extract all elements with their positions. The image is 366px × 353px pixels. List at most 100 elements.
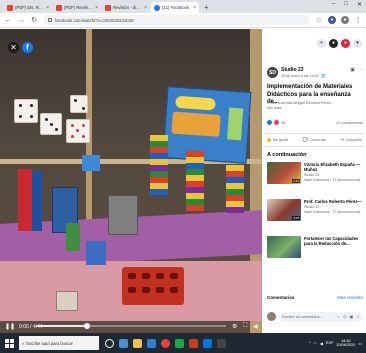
tab-label: (21) Facebook xyxy=(162,5,189,10)
list-item[interactable]: Fortalecer las Capacidades para la Reduc… xyxy=(267,236,363,273)
browser-tab-1[interactable]: (PDF) Dis. Revisión - estrategias... × xyxy=(4,2,52,13)
address-bar: ← → ↻ facebook.com/watch/?v=340202024102… xyxy=(0,13,366,28)
pause-icon[interactable]: ❚❚ xyxy=(5,323,15,330)
messenger-icon[interactable]: ● xyxy=(329,38,338,48)
like-label: Me gusta xyxy=(272,138,289,142)
url-field[interactable]: facebook.com/watch/?v=3402020241029 xyxy=(43,15,310,25)
gray-box xyxy=(108,195,138,235)
system-tray: ^ ◠ ◀ ESP 18:30 20/06/2020 ▭ xyxy=(309,339,366,348)
tab-close-icon[interactable]: × xyxy=(193,5,196,11)
close-video-button[interactable]: ✕ xyxy=(8,42,19,53)
video-title[interactable]: Victoria Elizabeth España — Muñoz xyxy=(304,162,363,172)
author-name[interactable]: Studio 23 xyxy=(281,67,347,73)
dice-toy xyxy=(14,99,38,123)
video-thumbnail[interactable] xyxy=(267,236,301,258)
file-explorer-icon[interactable] xyxy=(133,338,142,348)
powerpoint-icon[interactable] xyxy=(189,338,198,348)
facebook-logo-icon[interactable]: f xyxy=(22,42,33,53)
tray-chevron-icon[interactable]: ^ xyxy=(309,341,311,345)
reload-icon[interactable]: ↻ xyxy=(30,16,38,24)
emoji-icons[interactable]: ☺ ◎ ▣ ☺ xyxy=(336,314,363,319)
reaction-summary[interactable]: 38 11 comentarios xyxy=(267,120,363,125)
video-title[interactable]: Fortalecer las Capacidades para la Reduc… xyxy=(304,236,363,246)
blue-book xyxy=(32,171,42,231)
reaction-count: 38 xyxy=(281,120,286,125)
list-item[interactable]: 3:05 Prof. Carlos Roberto Pérez— Studio … xyxy=(267,199,363,236)
windows-start-icon[interactable] xyxy=(3,337,16,350)
profile-avatar-icon[interactable]: ● xyxy=(341,16,349,24)
task-view-icon[interactable] xyxy=(119,338,128,348)
cortana-icon[interactable] xyxy=(105,338,114,348)
taskbar-search[interactable]: ⌕ Escribe aquí para buscar xyxy=(19,336,99,350)
browser-menu-icon[interactable]: ⋮ xyxy=(354,16,362,24)
post-description: Profa. Licenda Abigail Escobal Pérez... … xyxy=(267,100,363,110)
see-more-link[interactable]: Ver más xyxy=(267,105,363,110)
author-avatar[interactable]: SD xyxy=(267,67,278,78)
taskbar-clock[interactable]: 18:30 20/06/2020 xyxy=(336,339,355,348)
account-menu-icon[interactable]: ▾ xyxy=(353,38,362,48)
love-reaction-icon xyxy=(274,120,279,125)
browser-tab-facebook[interactable]: (21) Facebook × xyxy=(151,2,199,13)
thumbs-up-icon: 👍 xyxy=(266,137,272,142)
share-button[interactable]: ↪ Compartir xyxy=(341,137,362,143)
notifications-icon[interactable]: ▭ xyxy=(358,341,362,346)
excel-icon[interactable] xyxy=(175,338,184,348)
video-title[interactable]: Prof. Carlos Roberto Pérez— xyxy=(304,199,363,204)
forward-arrow-icon[interactable]: → xyxy=(17,17,25,24)
my-avatar xyxy=(267,312,276,321)
minimize-button[interactable]: – xyxy=(332,1,335,8)
add-icon[interactable]: + xyxy=(317,38,326,48)
more-options-icon[interactable]: ⋯ xyxy=(358,67,363,73)
notifications-bell-icon[interactable]: ● xyxy=(341,38,350,48)
like-button[interactable]: 👍 Me gusta xyxy=(266,137,288,143)
comments-sort-link[interactable]: Más reciente xyxy=(337,295,363,300)
video-author[interactable]: Studio 23 xyxy=(304,205,363,209)
video-thumbnail[interactable]: 3:05 xyxy=(267,199,301,221)
volume-icon[interactable]: ◀ xyxy=(253,323,258,330)
speaker-icon[interactable]: ◀ xyxy=(320,341,323,346)
back-arrow-icon[interactable]: ← xyxy=(4,17,12,24)
tab-close-icon[interactable]: × xyxy=(95,5,98,11)
new-tab-plus-icon[interactable]: + xyxy=(204,3,209,12)
comment-button[interactable]: 💬 Comentar xyxy=(303,137,326,143)
board-game-box xyxy=(162,86,252,164)
post-date[interactable]: 28 de mayo a las 11:05 · 🌐 xyxy=(281,74,347,78)
browser-tab-3[interactable]: Revisión - dialogo-entre-300... × xyxy=(102,2,150,13)
star-icon[interactable]: ☆ xyxy=(315,16,323,24)
taskbar-apps xyxy=(105,338,226,348)
comment-label: Comentar xyxy=(309,138,327,142)
video-meta: Hace 3 semanas · 77 reproducciones xyxy=(304,210,361,214)
video-thumbnail[interactable]: 2:43 xyxy=(267,162,301,184)
input-language[interactable]: ESP xyxy=(326,341,334,345)
comment-count[interactable]: 11 comentarios xyxy=(336,120,363,125)
word-icon[interactable] xyxy=(147,338,156,348)
close-window-button[interactable]: ✕ xyxy=(357,1,362,8)
tab-close-icon[interactable]: × xyxy=(144,5,147,11)
share-arrow-icon: ↪ xyxy=(340,137,345,142)
pdf-favicon-icon xyxy=(56,4,62,11)
clock-date: 20/06/2020 xyxy=(336,343,356,347)
video-duration: 2:43 xyxy=(292,179,300,183)
settings-gear-icon[interactable]: ⚙ xyxy=(232,323,237,330)
video-controls: ❚❚ 0:00 / 4:44 xyxy=(5,323,257,331)
comment-input[interactable]: Escribe un comentario... ☺ ◎ ▣ ☺ xyxy=(279,311,363,322)
edge-icon[interactable] xyxy=(203,338,212,348)
extension-icon[interactable]: ● xyxy=(328,16,336,24)
facebook-top-bar: + ● ● ▾ xyxy=(262,29,366,57)
wifi-icon[interactable]: ◠ xyxy=(314,341,317,346)
video-player[interactable]: ✕ f ❚❚ 0:00 / 4:44 ⚙ ⛶ ◀ xyxy=(0,29,262,333)
fullscreen-icon[interactable]: ⛶ xyxy=(243,323,247,330)
chrome-icon[interactable] xyxy=(161,338,170,348)
maximize-button[interactable]: □ xyxy=(344,1,348,8)
dice-toy xyxy=(66,119,90,143)
tab-close-icon[interactable]: × xyxy=(46,5,49,11)
pdf-favicon-icon xyxy=(105,4,111,11)
video-author[interactable]: Studio 23 xyxy=(304,173,363,177)
list-item[interactable]: 2:43 Victoria Elizabeth España — Muñoz S… xyxy=(267,162,363,199)
block-tower xyxy=(226,165,244,213)
save-bookmark-icon[interactable]: ▣ xyxy=(350,67,355,73)
screen: (PDF) Dis. Revisión - estrategias... × (… xyxy=(0,0,366,353)
browser-tab-2[interactable]: (PDF) Revisión 326 - curriculo... × xyxy=(53,2,101,13)
app-icon[interactable] xyxy=(217,338,226,348)
comment-composer: Escribe un comentario... ☺ ◎ ▣ ☺ xyxy=(267,310,363,323)
